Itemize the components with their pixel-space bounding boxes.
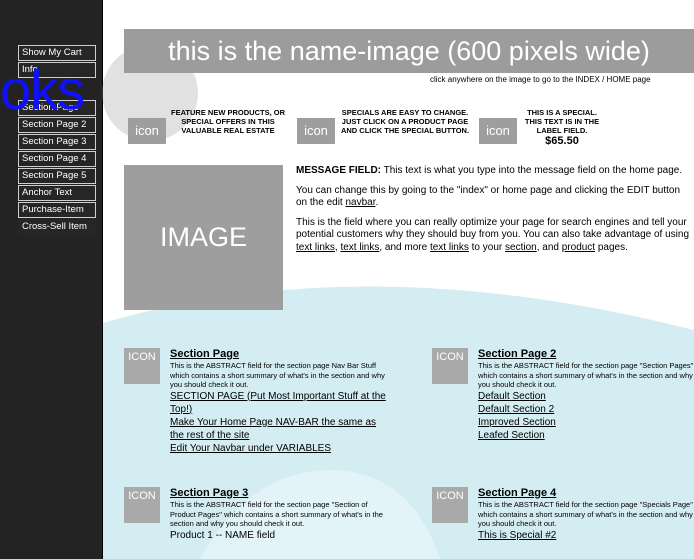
- message-text-1: This text is what you type into the mess…: [381, 165, 683, 176]
- nav-section-page-5[interactable]: Section Page 5: [18, 168, 96, 184]
- message-text-3d: , and: [536, 241, 562, 253]
- section-2-abstract: This is the ABSTRACT field for the secti…: [478, 361, 694, 389]
- text-link-1[interactable]: text links: [296, 242, 335, 253]
- product-link[interactable]: product: [562, 242, 595, 253]
- feature-text-1: FEATURE NEW PRODUCTS, OR SPECIAL OFFERS …: [170, 108, 286, 135]
- section-1-link-3[interactable]: Edit Your Navbar under VARIABLES: [170, 442, 392, 455]
- feature-text-2: SPECIALS ARE EASY TO CHANGE. JUST CLICK …: [340, 108, 470, 135]
- feature-price: $65.50: [545, 135, 579, 147]
- message-text-3b: , and more: [379, 241, 430, 253]
- nav-section-page-2[interactable]: Section Page 2: [18, 117, 96, 133]
- navbar-link[interactable]: navbar: [345, 197, 375, 208]
- nav-show-my-cart[interactable]: Show My Cart: [18, 45, 96, 61]
- text-link-3[interactable]: text links: [430, 242, 469, 253]
- message-label: MESSAGE FIELD:: [296, 165, 382, 176]
- section-2: Section Page 2 This is the ABSTRACT fiel…: [478, 348, 694, 442]
- section-1: Section Page This is the ABSTRACT field …: [170, 348, 392, 455]
- section-2-title[interactable]: Section Page 2: [478, 348, 694, 361]
- section-4-link-1[interactable]: This is Special #2: [478, 529, 694, 542]
- section-1-link-2[interactable]: Make Your Home Page NAV-BAR the same as …: [170, 416, 392, 442]
- nav-info[interactable]: Info: [18, 62, 96, 78]
- section-4-icon[interactable]: ICON: [432, 487, 468, 523]
- section-3-link-1[interactable]: Product 1 -- NAME field: [170, 529, 392, 542]
- section-3-title[interactable]: Section Page 3: [170, 487, 392, 500]
- nav-section-page-3[interactable]: Section Page 3: [18, 134, 96, 150]
- section-2-link-4[interactable]: Leafed Section: [478, 429, 694, 442]
- sidebar-nav: Show My Cart Info Section Page Section P…: [0, 0, 103, 559]
- section-3-icon[interactable]: ICON: [124, 487, 160, 523]
- section-3: Section Page 3 This is the ABSTRACT fiel…: [170, 487, 392, 542]
- message-p1: MESSAGE FIELD: This text is what you typ…: [296, 165, 692, 178]
- message-text-2b: .: [375, 197, 379, 208]
- section-1-title[interactable]: Section Page: [170, 348, 392, 361]
- message-p3: This is the field where you can really o…: [296, 217, 692, 255]
- nav-section-page-4[interactable]: Section Page 4: [18, 151, 96, 167]
- feature-text-3: THIS IS A SPECIAL. THIS TEXT IS IN THE L…: [524, 108, 600, 135]
- message-field: MESSAGE FIELD: This text is what you typ…: [296, 165, 692, 261]
- feature-special: THIS IS A SPECIAL. THIS TEXT IS IN THE L…: [518, 108, 606, 147]
- nav-anchor-text[interactable]: Anchor Text: [18, 185, 96, 201]
- text-link-2[interactable]: text links: [340, 242, 379, 253]
- image-placeholder: IMAGE: [124, 165, 283, 310]
- section-2-link-3[interactable]: Improved Section: [478, 416, 694, 429]
- message-text-3a: This is the field where you can really o…: [296, 216, 690, 241]
- section-2-link-2[interactable]: Default Section 2: [478, 403, 694, 416]
- section-2-link-1[interactable]: Default Section: [478, 390, 694, 403]
- section-1-link-1[interactable]: SECTION PAGE (Put Most Important Stuff a…: [170, 390, 392, 416]
- message-p2: You can change this by going to the "ind…: [296, 185, 692, 210]
- section-3-abstract: This is the ABSTRACT field for the secti…: [170, 500, 383, 528]
- message-text-3c: to your: [468, 241, 506, 253]
- banner-title[interactable]: this is the name-image (600 pixels wide): [124, 29, 694, 73]
- banner-hint: click anywhere on the image to go to the…: [430, 75, 651, 84]
- nav-section-page[interactable]: Section Page: [18, 100, 96, 116]
- message-text-3e: pages.: [595, 241, 628, 253]
- feature-icon-2[interactable]: icon: [297, 118, 335, 144]
- feature-icon-3[interactable]: icon: [479, 118, 517, 144]
- section-1-abstract: This is the ABSTRACT field for the secti…: [170, 361, 385, 389]
- section-4: Section Page 4 This is the ABSTRACT fiel…: [478, 487, 694, 542]
- section-4-title[interactable]: Section Page 4: [478, 487, 694, 500]
- section-4-abstract: This is the ABSTRACT field for the secti…: [478, 500, 693, 528]
- nav-purchase-item[interactable]: Purchase-Item: [18, 202, 96, 218]
- section-1-icon[interactable]: ICON: [124, 348, 160, 384]
- section-link[interactable]: section: [505, 242, 537, 253]
- section-2-icon[interactable]: ICON: [432, 348, 468, 384]
- nav-cross-sell-item[interactable]: Cross-Sell Item: [18, 220, 96, 236]
- feature-icon-1[interactable]: icon: [128, 118, 166, 144]
